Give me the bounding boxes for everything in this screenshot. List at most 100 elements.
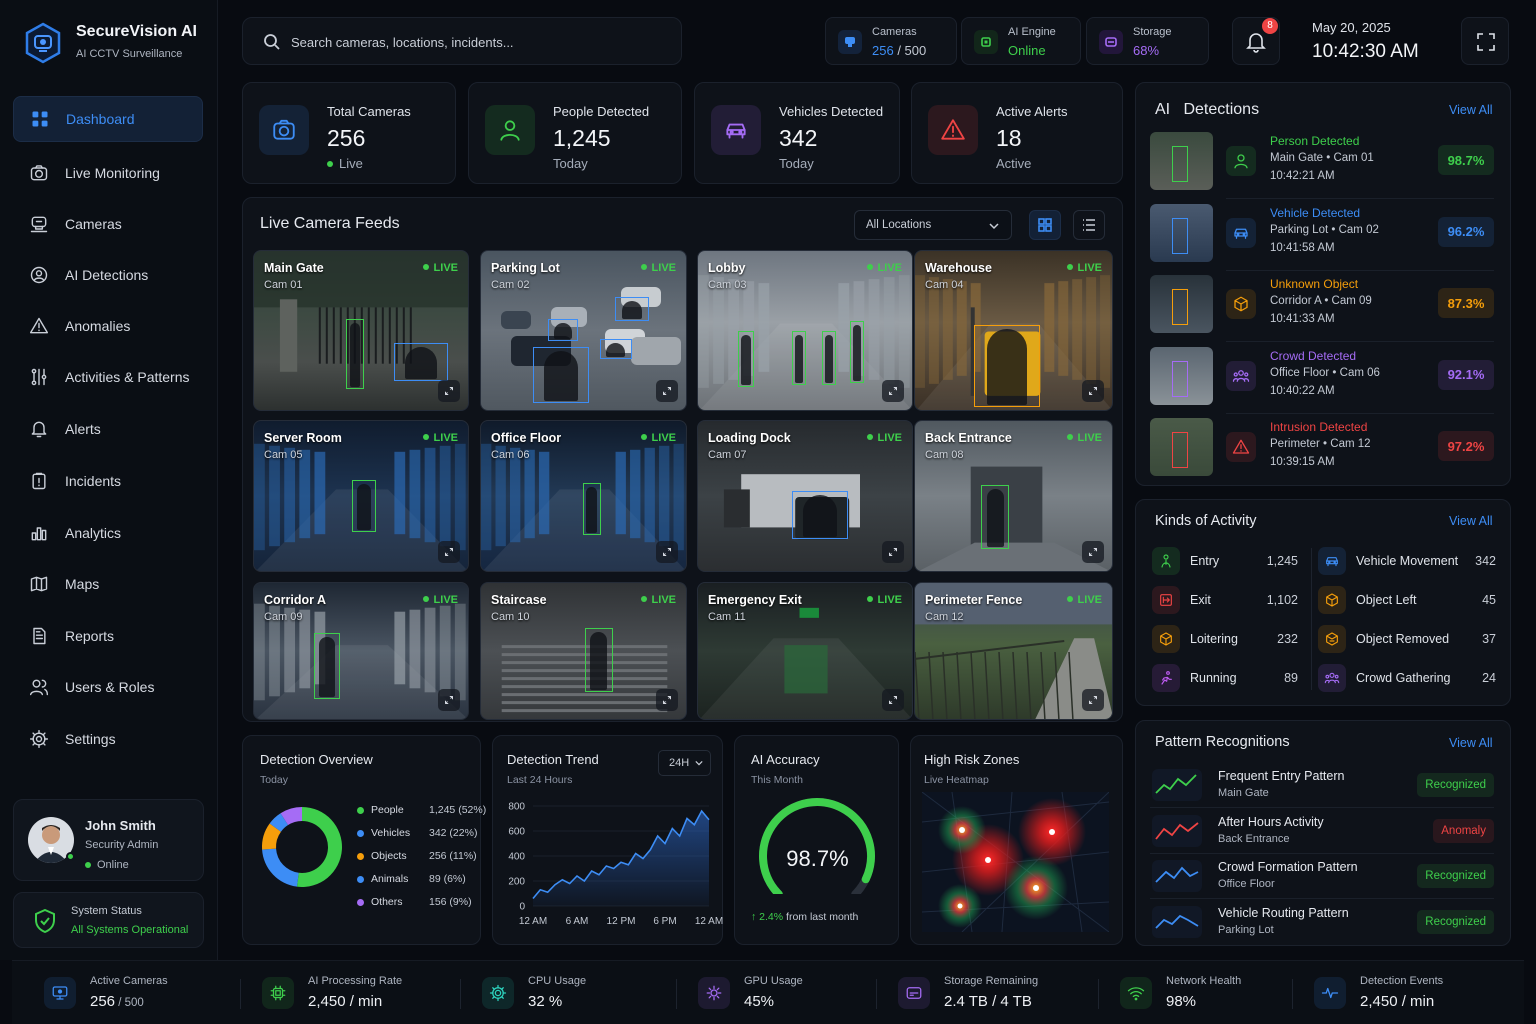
camera-name: Emergency Exit [708, 593, 802, 607]
pattern-item[interactable]: Crowd Formation Pattern Office Floor Recog… [1150, 856, 1494, 900]
ai-engine-chip[interactable]: AI Engine Online [961, 17, 1081, 65]
expand-button[interactable] [882, 380, 904, 402]
nav-item-ai-detections[interactable]: AI Detections [13, 252, 203, 298]
expand-button[interactable] [656, 380, 678, 402]
expand-button[interactable] [882, 541, 904, 563]
metric-value: 2.4 TB / 4 TB [944, 993, 1032, 1010]
activity-item-loitering[interactable]: Loitering 232 [1152, 624, 1298, 654]
nav-item-analytics[interactable]: Analytics [13, 510, 203, 556]
nav-item-users-roles[interactable]: Users & Roles [13, 664, 203, 710]
stat-card-total-cameras[interactable]: Total Cameras 256 Live [242, 82, 456, 184]
camera-id: Cam 05 [264, 449, 303, 461]
activity-name: Exit [1190, 593, 1211, 607]
expand-button[interactable] [438, 380, 460, 402]
nav-item-alerts[interactable]: Alerts [13, 406, 203, 452]
expand-button[interactable] [882, 689, 904, 711]
pattern-sparkline-icon [1152, 814, 1202, 847]
fullscreen-button[interactable] [1461, 17, 1509, 65]
detection-item[interactable]: Vehicle Detected Parking Lot • Cam 02 10:4… [1150, 203, 1494, 271]
camera-tile-cam-09[interactable]: Corridor A Cam 09 LIVE [253, 582, 469, 720]
risk-heatmap[interactable] [922, 792, 1109, 932]
camera-name: Main Gate [264, 261, 324, 275]
divider [1150, 807, 1494, 808]
expand-button[interactable] [656, 689, 678, 711]
camera-tile-cam-02[interactable]: Parking Lot Cam 02 LIVE [480, 250, 687, 411]
nav-item-anomalies[interactable]: Anomalies [13, 303, 203, 349]
car-icon [1226, 217, 1256, 248]
list-view-button[interactable] [1073, 210, 1105, 240]
warning-icon [29, 317, 49, 334]
expand-button[interactable] [438, 541, 460, 563]
activity-count: 89 [1284, 671, 1298, 685]
pattern-item[interactable]: After Hours Activity Back Entrance Anomaly [1150, 811, 1494, 855]
stat-subtitle: Active [996, 156, 1032, 171]
detection-item[interactable]: Unknown Object Corridor A • Cam 09 10:41:3… [1150, 275, 1494, 342]
search-input[interactable] [291, 30, 661, 54]
stat-card-vehicles-detected[interactable]: Vehicles Detected 342 Today [694, 82, 900, 184]
nav-item-cameras[interactable]: Cameras [13, 201, 203, 247]
camera-tile-cam-12[interactable]: Perimeter Fence Cam 12 LIVE [914, 582, 1113, 720]
detections-view-all-link[interactable]: View All [1449, 103, 1493, 117]
activity-view-all-link[interactable]: View All [1449, 514, 1493, 528]
search-bar[interactable] [242, 17, 682, 65]
activity-item-running[interactable]: Running 89 [1152, 663, 1298, 693]
expand-icon [663, 548, 671, 556]
nav-item-dashboard[interactable]: Dashboard [13, 96, 203, 142]
camera-tile-cam-08[interactable]: Back Entrance Cam 08 LIVE [914, 420, 1113, 572]
footer-divider [1098, 979, 1099, 1009]
detected-subject [554, 323, 573, 339]
donut-slice-people[interactable] [296, 807, 342, 887]
grid-view-button[interactable] [1029, 210, 1061, 240]
expand-icon [889, 696, 897, 704]
nav-item-label: AI Detections [65, 267, 149, 283]
expand-button[interactable] [656, 541, 678, 563]
range-select[interactable]: 24H [658, 750, 711, 776]
user-role: Security Admin [85, 839, 159, 851]
stat-card-people-detected[interactable]: People Detected 1,245 Today [468, 82, 682, 184]
nav-item-reports[interactable]: Reports [13, 613, 203, 659]
camera-tile-cam-11[interactable]: Emergency Exit Cam 11 LIVE [697, 582, 913, 720]
nav-item-settings[interactable]: Settings [13, 716, 203, 762]
metric-label: Storage Remaining [944, 975, 1039, 987]
nav-item-activities-patterns[interactable]: Activities & Patterns [13, 354, 203, 400]
activity-item-object-left[interactable]: Object Left 45 [1318, 585, 1496, 615]
pattern-item[interactable]: Vehicle Routing Pattern Parking Lot Recogn… [1150, 902, 1494, 946]
detection-location: Main Gate • Cam 01 [1270, 152, 1374, 164]
nav-item-live-monitoring[interactable]: Live Monitoring [13, 150, 203, 196]
cameras-chip[interactable]: Cameras 256 / 500 [825, 17, 957, 65]
pattern-name: After Hours Activity [1218, 814, 1324, 829]
metric-value: 45% [744, 993, 775, 1010]
camera-tile-cam-10[interactable]: Staircase Cam 10 LIVE [480, 582, 687, 720]
camera-tile-cam-05[interactable]: Server Room Cam 05 LIVE [253, 420, 469, 572]
expand-icon [1089, 387, 1097, 395]
user-card[interactable]: John Smith Security Admin Online [13, 799, 204, 881]
activity-item-exit[interactable]: Exit 1,102 [1152, 585, 1298, 615]
camera-tile-cam-07[interactable]: Loading Dock Cam 07 LIVE [697, 420, 913, 572]
camera-tile-cam-01[interactable]: Main Gate Cam 01 LIVE [253, 250, 469, 411]
activity-name: Object Left [1356, 593, 1417, 607]
location-select[interactable]: All Locations [854, 210, 1012, 240]
notifications-button[interactable]: 8 [1232, 17, 1280, 65]
detection-item[interactable]: Person Detected Main Gate • Cam 01 10:42:2… [1150, 132, 1494, 199]
activity-item-object-removed[interactable]: Object Removed 37 [1318, 624, 1496, 654]
activity-item-crowd-gathering[interactable]: Crowd Gathering 24 [1318, 663, 1496, 693]
storage-chip[interactable]: Storage 68% [1086, 17, 1209, 65]
detection-item[interactable]: Intrusion Detected Perimeter • Cam 12 10:3… [1150, 418, 1494, 482]
nav-item-incidents[interactable]: Incidents [13, 458, 203, 504]
gpu-icon [698, 977, 730, 1009]
donut-slice-vehicles[interactable] [262, 848, 299, 887]
expand-button[interactable] [1082, 689, 1104, 711]
camera-tile-cam-03[interactable]: Lobby Cam 03 LIVE [697, 250, 913, 411]
detection-item[interactable]: Crowd Detected Office Floor • Cam 06 10:40… [1150, 346, 1494, 414]
stat-card-active-alerts[interactable]: Active Alerts 18 Active [911, 82, 1123, 184]
patterns-view-all-link[interactable]: View All [1449, 736, 1493, 750]
activity-item-entry[interactable]: Entry 1,245 [1152, 546, 1298, 576]
expand-button[interactable] [1082, 541, 1104, 563]
pattern-item[interactable]: Frequent Entry Pattern Main Gate Recognize… [1150, 765, 1494, 809]
activity-item-vehicle-movement[interactable]: Vehicle Movement 342 [1318, 546, 1496, 576]
nav-item-maps[interactable]: Maps [13, 561, 203, 607]
expand-button[interactable] [1082, 380, 1104, 402]
camera-tile-cam-04[interactable]: Warehouse Cam 04 LIVE [914, 250, 1113, 411]
camera-tile-cam-06[interactable]: Office Floor Cam 06 LIVE [480, 420, 687, 572]
expand-button[interactable] [438, 689, 460, 711]
